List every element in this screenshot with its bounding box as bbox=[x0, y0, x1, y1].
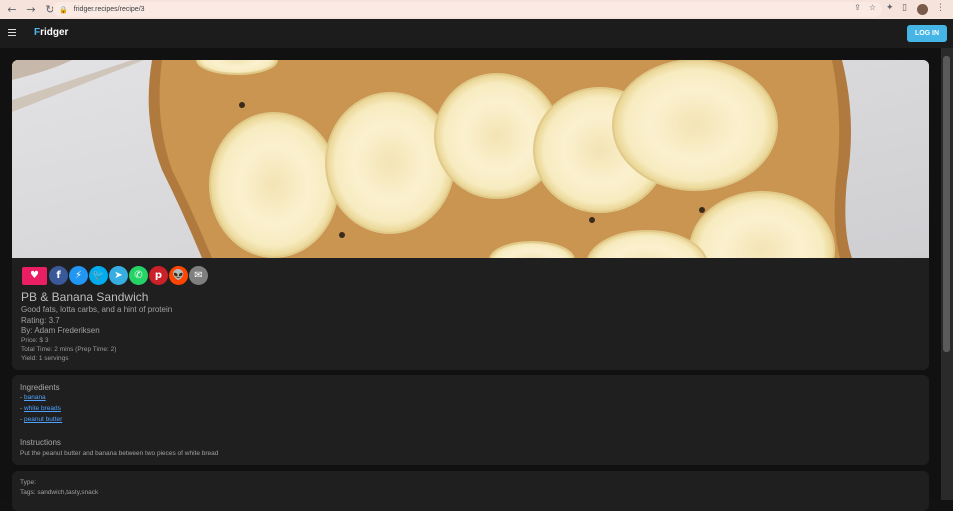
recipe-time: Total Time: 2 mins (Prep Time: 2) bbox=[21, 346, 117, 353]
pinterest-icon[interactable]: p bbox=[149, 266, 168, 285]
back-icon[interactable]: ← bbox=[5, 3, 19, 17]
ingredient-item: - banana bbox=[20, 394, 46, 401]
url-text: fridger.recipes/recipe/3 bbox=[73, 6, 145, 13]
recipe-card: ♥ f ⚡ 🐦 ➤ ✆ p 👽 ✉ PB & Banana Sandwich Good fat… bbox=[12, 60, 929, 370]
ingredient-link[interactable]: banana bbox=[24, 394, 46, 401]
ingredient-item: - white breads bbox=[20, 405, 61, 412]
twitter-icon[interactable]: 🐦 bbox=[89, 266, 108, 285]
profile-avatar[interactable] bbox=[917, 4, 928, 15]
messenger-icon[interactable]: ⚡ bbox=[69, 266, 88, 285]
share-page-icon[interactable]: ⇪ bbox=[854, 3, 861, 12]
address-bar[interactable]: 🔒 fridger.recipes/recipe/3 ⇪ ☆ bbox=[53, 2, 882, 17]
reddit-icon[interactable]: 👽 bbox=[169, 266, 188, 285]
app-bar: Fridger LOG IN bbox=[0, 19, 953, 48]
recipe-title: PB & Banana Sandwich bbox=[21, 290, 149, 304]
scrollbar-thumb[interactable] bbox=[943, 56, 950, 352]
forward-icon[interactable]: → bbox=[24, 3, 38, 17]
recipe-hero-image bbox=[12, 60, 929, 258]
ingredient-item: - peanut butter bbox=[20, 416, 63, 423]
recipe-rating: Rating: 3.7 bbox=[21, 316, 60, 325]
extensions-icon[interactable]: ✦ bbox=[886, 3, 894, 13]
instructions-heading: Instructions bbox=[20, 438, 61, 447]
recipe-type: Type: bbox=[20, 479, 36, 486]
favorite-button[interactable]: ♥ bbox=[22, 266, 47, 285]
ingredient-link[interactable]: peanut butter bbox=[24, 416, 62, 423]
ingredients-card: Ingredients - banana - white breads - pe… bbox=[12, 375, 929, 465]
lock-icon: 🔒 bbox=[59, 5, 68, 14]
instructions-text: Put the peanut butter and banana between… bbox=[20, 450, 219, 457]
menu-icon[interactable] bbox=[8, 29, 16, 36]
login-button[interactable]: LOG IN bbox=[907, 25, 947, 42]
browser-toolbar: ← → ↻ 🔒 fridger.recipes/recipe/3 ⇪ ☆ ✦ ▯… bbox=[0, 0, 953, 19]
telegram-icon[interactable]: ➤ bbox=[109, 266, 128, 285]
recipe-price: Price: $ 3 bbox=[21, 337, 49, 344]
recipe-author: By: Adam Frederiksen bbox=[21, 326, 100, 335]
ingredient-link[interactable]: white breads bbox=[24, 405, 61, 412]
whatsapp-icon[interactable]: ✆ bbox=[129, 266, 148, 285]
recipe-description: Good fats, lotta carbs, and a hint of pr… bbox=[21, 305, 173, 314]
recipe-tags: Tags: sandwich,tasty,snack bbox=[20, 489, 99, 496]
browser-menu-icon[interactable]: ⋮ bbox=[936, 3, 945, 13]
bookmark-star-icon[interactable]: ☆ bbox=[869, 3, 876, 12]
ingredients-heading: Ingredients bbox=[20, 383, 60, 392]
facebook-icon[interactable]: f bbox=[49, 266, 68, 285]
share-bar: ♥ f ⚡ 🐦 ➤ ✆ p 👽 ✉ bbox=[22, 266, 208, 285]
sidepanel-icon[interactable]: ▯ bbox=[902, 3, 907, 13]
recipe-yield: Yield: 1 servings bbox=[21, 355, 69, 362]
heart-icon: ♥ bbox=[30, 270, 39, 281]
brand-logo[interactable]: Fridger bbox=[34, 27, 68, 38]
meta-card: Type: Tags: sandwich,tasty,snack bbox=[12, 471, 929, 511]
email-icon[interactable]: ✉ bbox=[189, 266, 208, 285]
